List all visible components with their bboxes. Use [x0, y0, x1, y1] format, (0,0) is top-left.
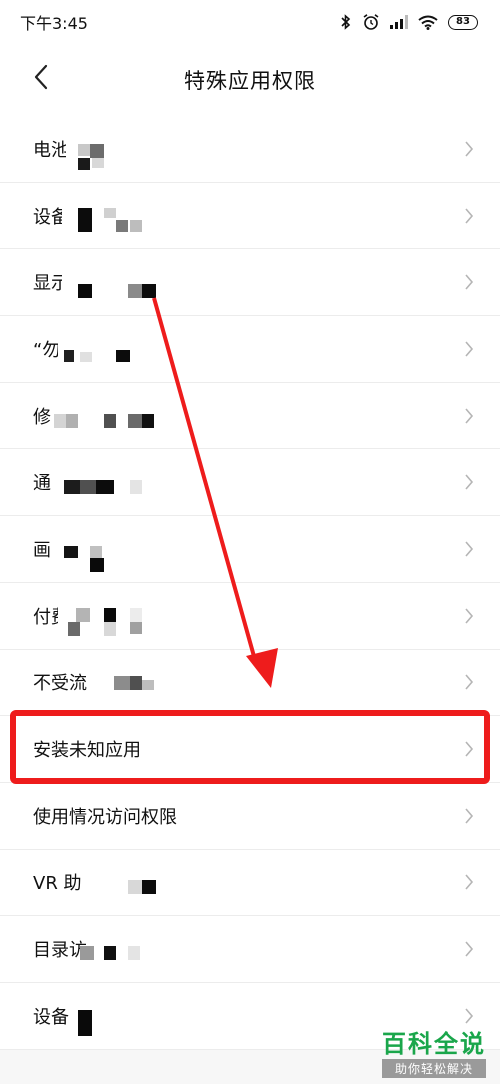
mosaic-block: [64, 546, 78, 558]
mosaic-block: [142, 680, 154, 690]
mosaic-block: [80, 352, 92, 362]
mosaic-block: [90, 144, 104, 158]
list-item-label: 使用情况访问权限: [33, 806, 177, 828]
mosaic-block: [66, 414, 78, 428]
mosaic-block: [68, 622, 80, 636]
watermark-subtitle: 助你轻松解决: [382, 1059, 486, 1078]
mosaic-block: [78, 284, 92, 298]
mosaic-block: [104, 622, 116, 636]
mosaic-block: [64, 350, 74, 362]
chevron-right-icon: [464, 340, 474, 362]
mosaic-block: [142, 284, 156, 298]
list-item-unrestricted-data[interactable]: 不受流: [0, 650, 500, 717]
chevron-right-icon: [464, 740, 474, 762]
list-item-label: 安装未知应用: [33, 740, 141, 762]
mosaic-block: [104, 208, 116, 218]
list-item-label: “勿: [33, 339, 61, 361]
mosaic-block: [80, 946, 94, 960]
page-title: 特殊应用权限: [184, 69, 316, 93]
status-time: 下午3:45: [20, 14, 88, 33]
watermark-logo: 百科全说 助你轻松解决: [382, 1029, 486, 1078]
mosaic-block: [104, 608, 116, 622]
header: 特殊应用权限: [0, 44, 500, 116]
mosaic-block: [64, 480, 80, 494]
list-item-label: 通: [33, 473, 51, 495]
mosaic-block: [78, 1010, 92, 1036]
alarm-icon: [362, 13, 380, 31]
mosaic-block: [128, 880, 142, 894]
chevron-right-icon: [464, 273, 474, 295]
list-item-usage-access[interactable]: 使用情况访问权限: [0, 783, 500, 850]
mosaic-block: [90, 546, 102, 558]
mosaic-block: [128, 284, 142, 298]
list-item-label: 目录访: [33, 940, 87, 962]
list-item-label: 不受流: [33, 673, 87, 695]
mosaic-block: [130, 676, 142, 690]
mosaic-block: [96, 480, 114, 494]
mosaic-block: [104, 946, 116, 960]
list-item-label: 电池: [33, 139, 69, 161]
mosaic-block: [54, 518, 164, 570]
chevron-right-icon: [464, 607, 474, 629]
chevron-left-icon: [33, 64, 49, 94]
back-button[interactable]: [26, 64, 56, 94]
mosaic-block: [114, 676, 130, 690]
mosaic-block: [130, 220, 142, 232]
mosaic-block: [142, 414, 154, 428]
chevron-right-icon: [464, 940, 474, 962]
mosaic-block: [78, 144, 90, 156]
mosaic-block: [128, 946, 140, 960]
wifi-icon: [418, 15, 438, 30]
list-item-label: 设备: [33, 1006, 69, 1028]
chevron-right-icon: [464, 540, 474, 562]
chevron-right-icon: [464, 807, 474, 829]
mosaic-block: [142, 880, 156, 894]
chevron-right-icon: [464, 673, 474, 695]
chevron-right-icon: [464, 407, 474, 429]
mosaic-block: [130, 480, 142, 494]
battery-indicator: 83: [448, 14, 478, 30]
mosaic-block: [130, 608, 142, 622]
mosaic-block: [116, 220, 128, 232]
bluetooth-icon: [340, 14, 352, 30]
status-bar: 下午3:45 83: [0, 0, 500, 44]
mosaic-block: [76, 608, 90, 622]
mosaic-block: [104, 414, 116, 428]
chevron-right-icon: [464, 473, 474, 495]
mosaic-block: [78, 158, 90, 170]
list-item-install-unknown-apps[interactable]: 安装未知应用: [0, 716, 500, 783]
chevron-right-icon: [464, 873, 474, 895]
mosaic-block: [130, 622, 142, 634]
mosaic-block: [58, 318, 168, 368]
status-icons: 83: [340, 13, 478, 31]
signal-icon: [390, 15, 408, 29]
mosaic-block: [86, 852, 156, 902]
mosaic-block: [116, 350, 130, 362]
watermark-title: 百科全说: [382, 1029, 486, 1058]
list-item-directory-access[interactable]: 目录访: [0, 916, 500, 983]
list-item-label: 修: [33, 406, 51, 428]
mosaic-block: [92, 158, 104, 168]
mosaic-block: [78, 208, 92, 232]
list-item-label: 画: [33, 539, 51, 561]
mosaic-block: [128, 414, 142, 428]
list-item-label: VR 助: [33, 873, 82, 895]
mosaic-block: [90, 558, 104, 572]
mosaic-block: [54, 452, 174, 502]
chevron-right-icon: [464, 1007, 474, 1029]
mosaic-block: [86, 918, 156, 970]
mosaic-block: [80, 480, 96, 494]
list-item-vr-helper[interactable]: VR 助: [0, 850, 500, 917]
chevron-right-icon: [464, 140, 474, 162]
chevron-right-icon: [464, 207, 474, 229]
